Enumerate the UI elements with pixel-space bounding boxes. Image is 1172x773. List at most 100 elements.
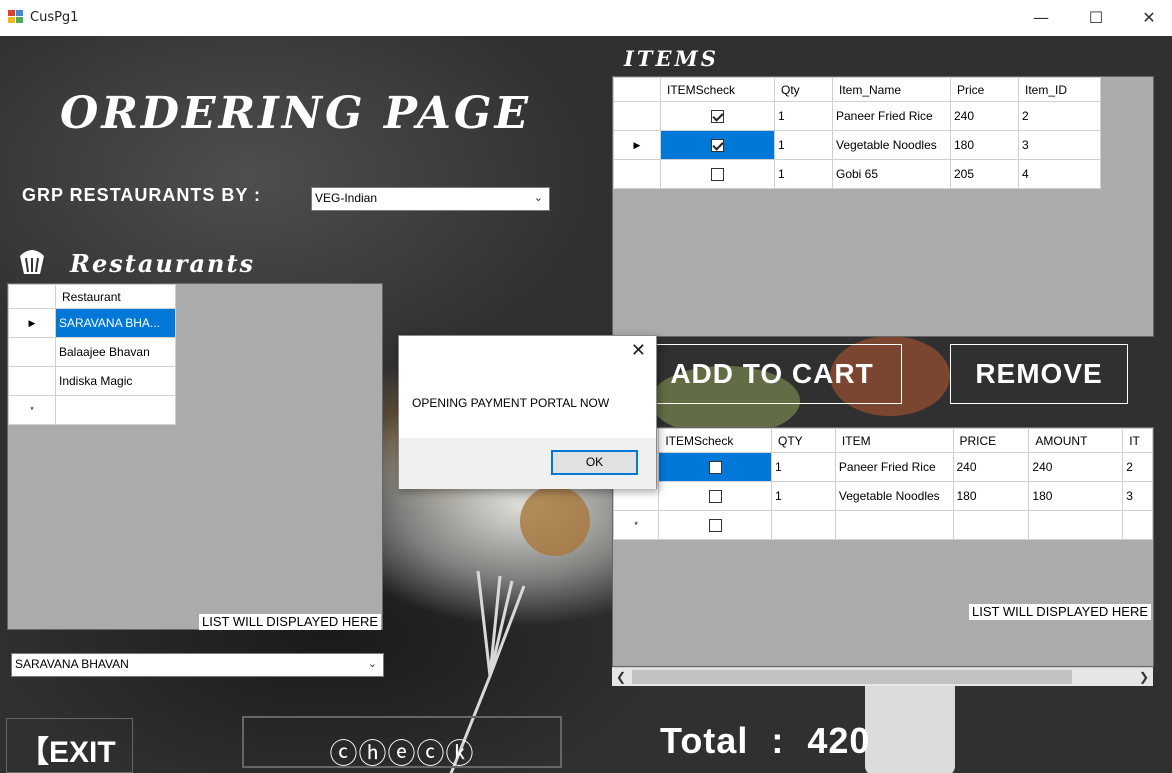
table-row[interactable]: 1 Paneer Fried Rice 240 2 bbox=[613, 101, 1101, 131]
cart-checkbox-cell[interactable] bbox=[658, 452, 772, 482]
restaurant-list-label: LIST WILL DISPLAYED HERE bbox=[199, 614, 382, 630]
exit-label: EXIT bbox=[49, 736, 116, 769]
column-header-item-id[interactable]: IT bbox=[1122, 428, 1153, 453]
column-header-price[interactable]: PRICE bbox=[952, 428, 1030, 453]
restaurant-grid[interactable]: Restaurant ▶ SARAVANA BHA... Balaajee Bh… bbox=[7, 283, 383, 630]
column-header-amount[interactable]: AMOUNT bbox=[1028, 428, 1124, 453]
price-cell[interactable] bbox=[952, 510, 1030, 540]
item-checkbox-cell[interactable] bbox=[660, 130, 775, 160]
row-header bbox=[8, 337, 56, 367]
group-by-select[interactable]: VEG-Indian ⌄ bbox=[311, 187, 550, 211]
checkbox[interactable] bbox=[708, 519, 722, 533]
window-title: CusPg1 bbox=[30, 10, 79, 25]
row-header bbox=[613, 101, 661, 131]
table-row[interactable]: 1 Paneer Fried Rice 240 240 2 bbox=[613, 452, 1153, 482]
total-display: Total : 420 bbox=[660, 720, 870, 762]
price-cell[interactable]: 240 bbox=[952, 452, 1030, 482]
restaurant-cell[interactable]: Indiska Magic bbox=[55, 366, 176, 396]
column-header-item-id[interactable]: Item_ID bbox=[1018, 77, 1101, 102]
restaurant-cell[interactable] bbox=[55, 395, 176, 425]
checkbox[interactable] bbox=[708, 461, 722, 475]
cart-checkbox-cell[interactable] bbox=[658, 481, 772, 511]
exit-button[interactable]: 【EXIT bbox=[6, 718, 133, 773]
row-header bbox=[613, 159, 661, 189]
checkbox[interactable] bbox=[711, 168, 724, 182]
window-titlebar: CusPg1 — ☐ ✕ bbox=[0, 0, 1172, 36]
check-button[interactable]: ⓒⓗⓔⓒⓚ bbox=[242, 716, 562, 769]
qty-cell[interactable]: 1 bbox=[774, 130, 833, 160]
item-name-cell[interactable]: Vegetable Noodles bbox=[832, 130, 951, 160]
qty-cell[interactable]: 1 bbox=[771, 481, 836, 511]
column-header-price[interactable]: Price bbox=[950, 77, 1019, 102]
cart-checkbox-cell[interactable] bbox=[658, 510, 772, 540]
cart-grid[interactable]: ITEMScheck QTY ITEM PRICE AMOUNT IT 1 Pa… bbox=[612, 427, 1154, 667]
item-checkbox-cell[interactable] bbox=[660, 159, 775, 189]
scroll-left-icon[interactable]: ❮ bbox=[612, 668, 630, 687]
qty-cell[interactable]: 1 bbox=[771, 452, 836, 482]
column-header-item[interactable]: ITEM bbox=[834, 428, 954, 453]
checkbox[interactable] bbox=[711, 139, 724, 153]
item-id-cell[interactable]: 4 bbox=[1018, 159, 1101, 189]
exit-icon: 【 bbox=[19, 736, 49, 769]
table-row[interactable]: 1 Gobi 65 205 4 bbox=[613, 159, 1101, 189]
table-row[interactable]: Indiska Magic bbox=[8, 366, 176, 396]
row-header-corner bbox=[8, 284, 56, 309]
items-heading: ITEMS bbox=[624, 46, 719, 71]
qty-cell[interactable]: 1 bbox=[774, 159, 833, 189]
price-cell[interactable]: 240 bbox=[950, 101, 1019, 131]
restaurant-select[interactable]: SARAVANA BHAVAN ⌄ bbox=[11, 653, 384, 677]
item-id-cell[interactable]: 3 bbox=[1018, 130, 1101, 160]
column-header-item-name[interactable]: Item_Name bbox=[832, 77, 951, 102]
food-icon bbox=[20, 250, 44, 274]
checkbox[interactable] bbox=[711, 110, 724, 124]
dialog-message: OPENING PAYMENT PORTAL NOW bbox=[412, 396, 610, 410]
qty-cell[interactable] bbox=[771, 510, 836, 540]
dialog-footer: OK bbox=[399, 438, 656, 489]
price-cell[interactable]: 205 bbox=[950, 159, 1019, 189]
minimize-button[interactable]: — bbox=[1018, 0, 1064, 36]
scrollbar-thumb[interactable] bbox=[632, 670, 1072, 684]
item-name-cell[interactable]: Gobi 65 bbox=[832, 159, 951, 189]
add-to-cart-button[interactable]: ADD TO CART bbox=[642, 344, 902, 404]
amount-cell[interactable] bbox=[1028, 510, 1124, 540]
table-row[interactable]: * bbox=[8, 395, 176, 425]
amount-cell[interactable]: 180 bbox=[1028, 481, 1124, 511]
item-id-cell[interactable]: 3 bbox=[1122, 481, 1153, 511]
table-row[interactable]: Balaajee Bhavan bbox=[8, 337, 176, 367]
qty-cell[interactable]: 1 bbox=[774, 101, 833, 131]
column-header-qty[interactable]: QTY bbox=[771, 428, 836, 453]
price-cell[interactable]: 180 bbox=[952, 481, 1030, 511]
chevron-down-icon: ⌄ bbox=[367, 658, 377, 670]
item-checkbox-cell[interactable] bbox=[660, 101, 775, 131]
column-header-qty[interactable]: Qty bbox=[774, 77, 833, 102]
checkbox[interactable] bbox=[708, 490, 722, 504]
item-cell[interactable]: Paneer Fried Rice bbox=[834, 452, 954, 482]
dialog-close-icon[interactable]: ✕ bbox=[631, 340, 646, 361]
table-row[interactable]: 1 Vegetable Noodles 180 180 3 bbox=[613, 481, 1153, 511]
item-id-cell[interactable] bbox=[1122, 510, 1153, 540]
items-grid[interactable]: ITEMScheck Qty Item_Name Price Item_ID 1… bbox=[612, 76, 1154, 337]
restaurant-cell[interactable]: Balaajee Bhavan bbox=[55, 337, 176, 367]
ok-button[interactable]: OK bbox=[551, 450, 638, 475]
restaurant-cell[interactable]: SARAVANA BHA... bbox=[55, 308, 176, 338]
column-header-restaurant[interactable]: Restaurant bbox=[55, 284, 176, 309]
item-cell[interactable] bbox=[834, 510, 954, 540]
item-id-cell[interactable]: 2 bbox=[1018, 101, 1101, 131]
table-row[interactable]: ▶ 1 Vegetable Noodles 180 3 bbox=[613, 130, 1101, 160]
row-header bbox=[8, 366, 56, 396]
total-label: Total bbox=[660, 720, 749, 761]
table-row[interactable]: * bbox=[613, 510, 1153, 540]
close-button[interactable]: ✕ bbox=[1126, 0, 1172, 36]
scroll-right-icon[interactable]: ❯ bbox=[1135, 668, 1153, 687]
remove-button[interactable]: REMOVE bbox=[950, 344, 1128, 404]
column-header-itemscheck[interactable]: ITEMScheck bbox=[658, 428, 772, 453]
amount-cell[interactable]: 240 bbox=[1028, 452, 1124, 482]
column-header-itemscheck[interactable]: ITEMScheck bbox=[660, 77, 775, 102]
table-row[interactable]: ▶ SARAVANA BHA... bbox=[8, 308, 176, 338]
item-name-cell[interactable]: Paneer Fried Rice bbox=[832, 101, 951, 131]
price-cell[interactable]: 180 bbox=[950, 130, 1019, 160]
item-id-cell[interactable]: 2 bbox=[1122, 452, 1153, 482]
cart-horizontal-scrollbar[interactable]: ❮ ❯ bbox=[612, 667, 1153, 686]
maximize-button[interactable]: ☐ bbox=[1073, 0, 1119, 36]
item-cell[interactable]: Vegetable Noodles bbox=[834, 481, 954, 511]
